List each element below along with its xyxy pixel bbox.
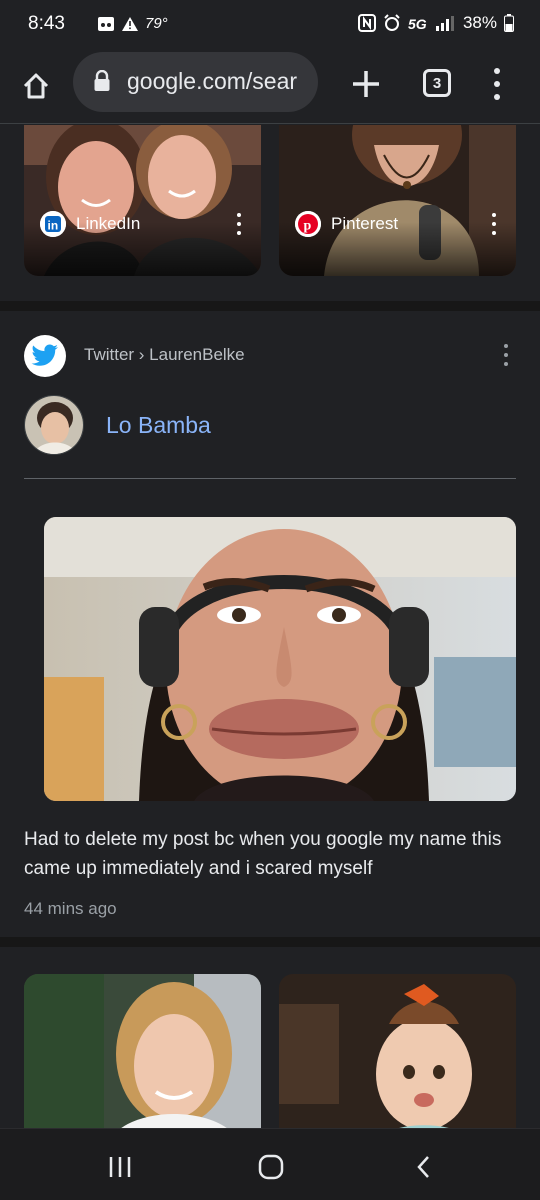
- twitter-icon: [24, 335, 66, 377]
- image-source-pinterest: p Pinterest: [295, 211, 398, 237]
- svg-text:5G: 5G: [408, 16, 427, 32]
- svg-text:p: p: [304, 219, 312, 234]
- image-card-linkedin[interactable]: in LinkedIn: [24, 125, 261, 276]
- result-title-link[interactable]: Lo Bamba: [106, 412, 211, 439]
- voicemail-icon: [98, 16, 114, 31]
- tab-switcher-button[interactable]: 3: [423, 69, 451, 97]
- result-image: [24, 974, 261, 1128]
- section-divider: [0, 301, 540, 311]
- linkedin-icon: in: [40, 211, 66, 237]
- image-more-options-button[interactable]: [491, 213, 497, 235]
- image-more-options-button[interactable]: [236, 213, 242, 235]
- svg-text:in: in: [48, 219, 59, 233]
- divider: [24, 478, 516, 479]
- result-more-options-button[interactable]: [503, 344, 509, 366]
- lock-icon: [94, 70, 110, 91]
- home-button[interactable]: [16, 66, 56, 106]
- image-source-label: Pinterest: [331, 214, 399, 233]
- result-breadcrumb[interactable]: Twitter › LaurenBelke: [84, 345, 245, 365]
- pinterest-icon: p: [295, 211, 321, 237]
- plus-icon: [353, 71, 379, 97]
- tweet-timestamp: 44 mins ago: [24, 899, 117, 918]
- status-left-icons: 79°: [97, 15, 168, 32]
- browser-menu-button[interactable]: [485, 64, 509, 104]
- status-time: 8:43: [28, 13, 65, 34]
- battery-icon: [504, 14, 514, 32]
- back-button[interactable]: [404, 1147, 444, 1187]
- tweet-image[interactable]: [44, 517, 516, 801]
- 5g-signal-icon: 5G: [408, 16, 454, 32]
- system-navigation-bar: [0, 1128, 540, 1200]
- nfc-icon: [357, 14, 376, 32]
- alarm-icon: [384, 14, 400, 31]
- warning-icon: [122, 16, 138, 31]
- battery-percentage: 38%: [462, 13, 497, 32]
- url-text: google.com/sear: [127, 68, 298, 94]
- back-chevron-icon: [417, 1156, 429, 1178]
- browser-toolbar: google.com/sear 3: [0, 50, 540, 124]
- result-image: [279, 974, 516, 1128]
- image-card[interactable]: [279, 974, 516, 1128]
- avatar: [24, 395, 84, 455]
- address-bar[interactable]: google.com/sear: [73, 52, 318, 112]
- image-source-label: LinkedIn: [76, 214, 141, 233]
- image-source-linkedin: in LinkedIn: [40, 211, 140, 237]
- home-icon: [23, 73, 49, 99]
- status-temperature: 79°: [145, 15, 168, 32]
- home-nav-button[interactable]: [251, 1147, 291, 1187]
- image-card[interactable]: [24, 974, 261, 1128]
- recent-apps-button[interactable]: [100, 1147, 140, 1187]
- home-circle-icon: [258, 1154, 284, 1180]
- status-bar: 8:43 79° 5G 38%: [0, 0, 540, 50]
- recent-apps-icon: [109, 1157, 131, 1177]
- section-divider: [0, 937, 540, 947]
- new-tab-button[interactable]: [348, 66, 384, 102]
- image-card-pinterest[interactable]: p Pinterest: [279, 125, 516, 276]
- status-right-icons: 5G 38%: [357, 13, 514, 33]
- search-results: in LinkedIn p Pinterest Twitter › Lauren…: [0, 125, 540, 1128]
- tweet-text: Had to delete my post bc when you google…: [24, 829, 502, 879]
